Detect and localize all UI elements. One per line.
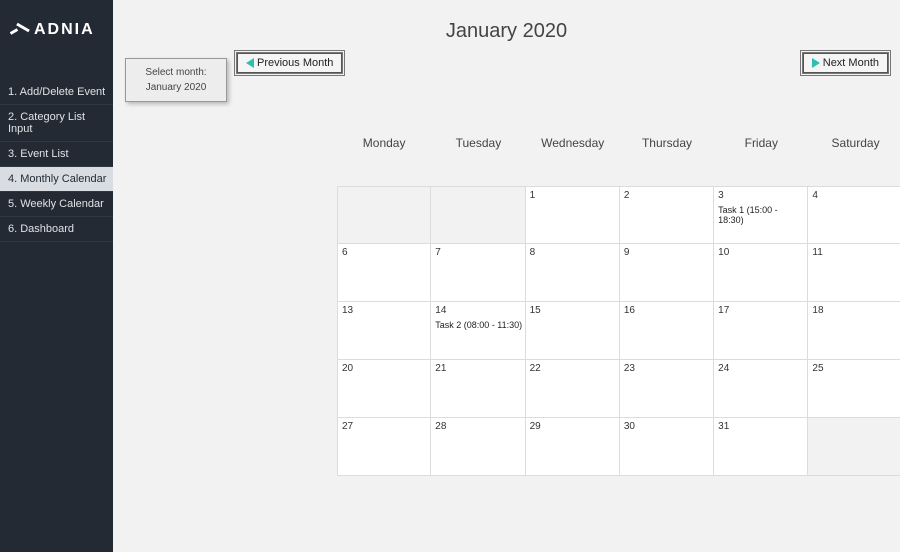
main-area: January 2020 Select month: January 2020 … (113, 0, 900, 552)
sidebar-nav: 1. Add/Delete Event2. Category List Inpu… (0, 60, 113, 242)
calendar-event[interactable]: Task 1 (15:00 - 18:30) (718, 205, 805, 225)
day-number: 13 (342, 305, 353, 316)
previous-month-label: Previous Month (257, 57, 333, 69)
month-selector-label: Select month: (130, 65, 222, 80)
day-number: 22 (530, 363, 541, 374)
page-title: January 2020 (125, 20, 888, 43)
calendar-cell[interactable]: 23 (620, 360, 714, 418)
calendar-cell[interactable]: 20 (337, 360, 431, 418)
calendar-cell[interactable]: 21 (431, 360, 525, 418)
day-number: 15 (530, 305, 541, 316)
calendar-cell[interactable]: 16 (620, 302, 714, 360)
calendar-cell[interactable]: 13 (337, 302, 431, 360)
day-number: 1 (530, 190, 536, 201)
day-number: 27 (342, 421, 353, 432)
day-number: 17 (718, 305, 729, 316)
month-selector[interactable]: Select month: January 2020 (125, 58, 227, 102)
calendar-cell[interactable]: 4 (808, 186, 900, 244)
calendar-cell[interactable]: 30 (620, 418, 714, 476)
day-header: Friday (714, 136, 808, 150)
calendar-cell[interactable]: 8 (526, 244, 620, 302)
calendar-grid: 123Task 1 (15:00 - 18:30)45Task 3 (08:00… (337, 186, 900, 476)
next-month-label: Next Month (823, 57, 879, 69)
sidebar-item-1[interactable]: 2. Category List Input (0, 105, 113, 142)
day-number: 21 (435, 363, 446, 374)
calendar-cell[interactable]: 28 (431, 418, 525, 476)
previous-month-button[interactable]: Previous Month (237, 53, 342, 73)
sidebar-item-4[interactable]: 5. Weekly Calendar (0, 192, 113, 217)
brand-name: ADNIA (34, 21, 95, 39)
month-selector-value: January 2020 (130, 80, 222, 95)
calendar-cell[interactable]: 9 (620, 244, 714, 302)
calendar-cell[interactable]: 25 (808, 360, 900, 418)
sidebar-item-2[interactable]: 3. Event List (0, 142, 113, 167)
day-number: 6 (342, 247, 348, 258)
day-number: 31 (718, 421, 729, 432)
logo-icon (10, 20, 30, 40)
calendar-cell[interactable]: 10 (714, 244, 808, 302)
calendar-cell[interactable]: 6 (337, 244, 431, 302)
calendar-event[interactable]: Task 2 (08:00 - 11:30) (435, 320, 522, 330)
calendar-cell (337, 186, 431, 244)
day-number: 28 (435, 421, 446, 432)
day-number: 14 (435, 305, 446, 316)
day-number: 7 (435, 247, 441, 258)
arrow-right-icon (812, 58, 820, 68)
day-number: 9 (624, 247, 630, 258)
calendar-cell (431, 186, 525, 244)
day-number: 2 (624, 190, 630, 201)
brand-logo: ADNIA (0, 0, 113, 60)
day-number: 18 (812, 305, 823, 316)
calendar-cell[interactable]: 17 (714, 302, 808, 360)
sidebar-item-3[interactable]: 4. Monthly Calendar (0, 167, 113, 192)
calendar-cell[interactable]: 29 (526, 418, 620, 476)
day-header: Monday (337, 136, 431, 150)
day-header: Thursday (620, 136, 714, 150)
day-number: 23 (624, 363, 635, 374)
next-month-button[interactable]: Next Month (803, 53, 888, 73)
calendar-cell[interactable]: 1 (526, 186, 620, 244)
day-number: 8 (530, 247, 536, 258)
monthly-calendar: MondayTuesdayWednesdayThursdayFridaySatu… (337, 136, 900, 476)
day-number: 4 (812, 190, 818, 201)
day-header: Saturday (808, 136, 900, 150)
calendar-cell[interactable]: 27 (337, 418, 431, 476)
calendar-cell[interactable]: 11 (808, 244, 900, 302)
calendar-cell[interactable]: 18 (808, 302, 900, 360)
calendar-cell[interactable]: 22 (526, 360, 620, 418)
calendar-cell[interactable]: 7 (431, 244, 525, 302)
day-number: 25 (812, 363, 823, 374)
day-number: 24 (718, 363, 729, 374)
toolbar: Select month: January 2020 Previous Mont… (125, 53, 888, 113)
calendar-cell[interactable]: 31 (714, 418, 808, 476)
calendar-cell[interactable]: 14 Task 2 (08:00 - 11:30) (431, 302, 525, 360)
sidebar-item-5[interactable]: 6. Dashboard (0, 217, 113, 242)
calendar-cell[interactable]: 2 (620, 186, 714, 244)
day-number: 20 (342, 363, 353, 374)
sidebar-item-0[interactable]: 1. Add/Delete Event (0, 80, 113, 105)
calendar-cell[interactable]: 24 (714, 360, 808, 418)
sidebar: ADNIA 1. Add/Delete Event2. Category Lis… (0, 0, 113, 552)
day-number: 29 (530, 421, 541, 432)
day-number: 16 (624, 305, 635, 316)
calendar-cell[interactable]: 15 (526, 302, 620, 360)
day-header: Tuesday (431, 136, 525, 150)
day-headers: MondayTuesdayWednesdayThursdayFridaySatu… (337, 136, 900, 150)
calendar-cell[interactable]: 3 Task 1 (15:00 - 18:30) (714, 186, 808, 244)
day-number: 10 (718, 247, 729, 258)
calendar-cell (808, 418, 900, 476)
day-number: 11 (812, 247, 822, 258)
day-header: Wednesday (526, 136, 620, 150)
day-number: 3 (718, 190, 724, 201)
arrow-left-icon (246, 58, 254, 68)
day-number: 30 (624, 421, 635, 432)
